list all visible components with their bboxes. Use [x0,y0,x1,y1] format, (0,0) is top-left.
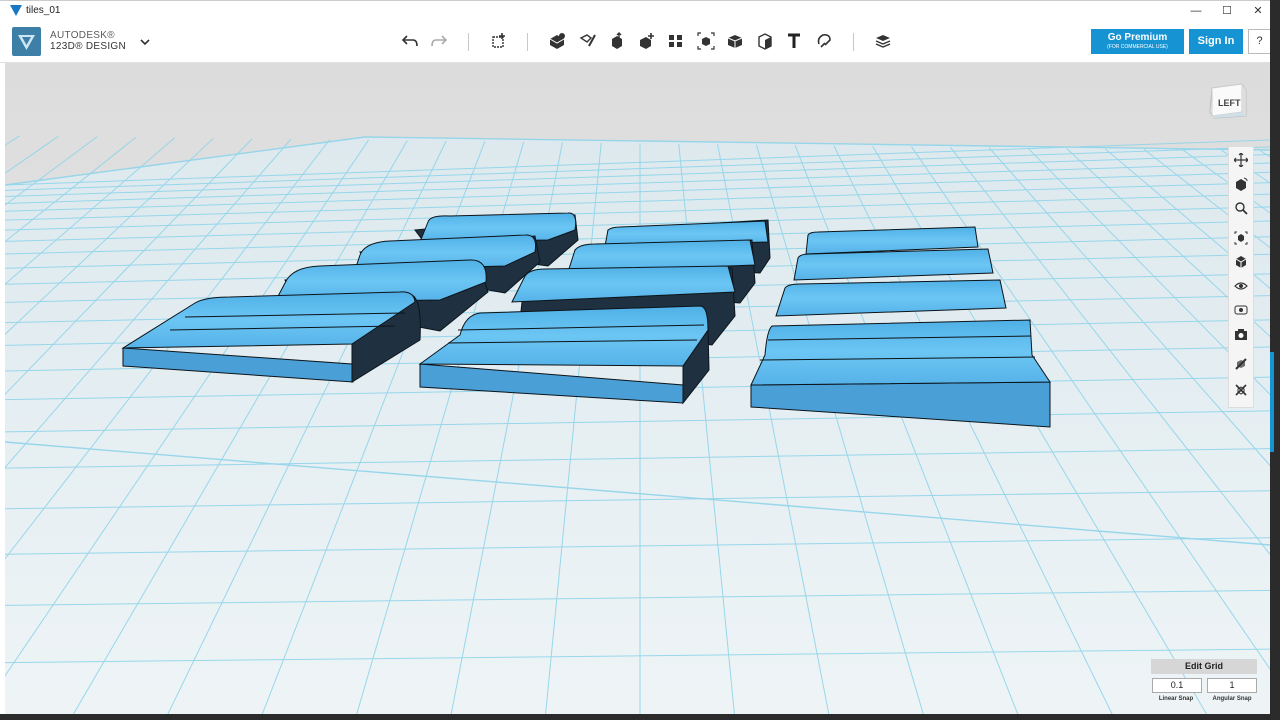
app-logo-icon [12,27,41,56]
text-icon[interactable] [783,30,805,52]
snap-off-icon[interactable] [1232,381,1250,399]
pattern-icon[interactable] [665,30,687,52]
snap-icon[interactable] [813,30,835,52]
grouping-icon[interactable] [695,30,717,52]
view-cube[interactable]: LEFT [1206,78,1250,122]
view-cube-face-label: LEFT [1218,98,1241,108]
premium-sublabel: (FOR COMMERCIAL USE) [1107,44,1168,50]
toolbar-separator [853,33,854,51]
transform-icon[interactable] [488,30,510,52]
linear-snap-input[interactable]: 0.1 [1152,678,1202,693]
brand-product: 123D® DESIGN [50,41,126,52]
fit-icon[interactable] [1232,229,1250,247]
edit-grid-button[interactable]: Edit Grid [1151,659,1257,674]
redo-icon[interactable] [428,30,450,52]
title-bar: tiles_01 — ☐ ✕ [0,0,1270,21]
window-title: tiles_01 [26,5,61,16]
materials-icon[interactable] [1232,301,1250,319]
primitives-icon[interactable] [546,30,568,52]
visibility-icon[interactable] [1232,277,1250,295]
linear-snap-label: Linear Snap [1158,696,1194,702]
undo-icon[interactable] [399,30,421,52]
grid-floor [5,137,1270,714]
navigation-bar [1228,146,1254,408]
angular-snap-label: Angular Snap [1212,696,1252,702]
orbit-icon[interactable] [1232,175,1250,193]
minimize-button[interactable]: — [1182,3,1210,19]
3d-viewport[interactable] [5,63,1270,714]
premium-label: Go Premium [1107,32,1168,43]
app-logo-icon [10,5,22,16]
side-scroll-handle[interactable] [1270,352,1274,452]
close-button[interactable]: ✕ [1244,3,1270,19]
toolbar-separator [468,33,469,51]
angular-snap-input[interactable]: 1 [1207,678,1257,693]
brand-autodesk: AUTODESK® [50,30,115,41]
app-window: tiles_01 — ☐ ✕ AUTODESK® 123D® DESIGN Go… [0,0,1270,714]
measure-icon[interactable] [754,30,776,52]
help-button[interactable]: ? [1248,29,1270,54]
construct-icon[interactable] [606,30,628,52]
chevron-down-icon[interactable] [140,35,150,49]
modify-icon[interactable] [636,30,658,52]
pan-icon[interactable] [1232,151,1250,169]
toolbar-separator [527,33,528,51]
sign-in-button[interactable]: Sign In [1189,29,1243,54]
snap-on-icon[interactable] [1232,355,1250,373]
main-toolbar: AUTODESK® 123D® DESIGN Go Premium (FOR C… [0,21,1270,63]
zoom-icon[interactable] [1232,199,1250,217]
material-icon[interactable] [872,30,894,52]
camera-icon[interactable] [1232,325,1250,343]
sketch-icon[interactable] [577,30,599,52]
go-premium-button[interactable]: Go Premium (FOR COMMERCIAL USE) [1091,29,1184,54]
maximize-button[interactable]: ☐ [1213,3,1241,19]
view-mode-icon[interactable] [1232,253,1250,271]
combine-icon[interactable] [724,30,746,52]
